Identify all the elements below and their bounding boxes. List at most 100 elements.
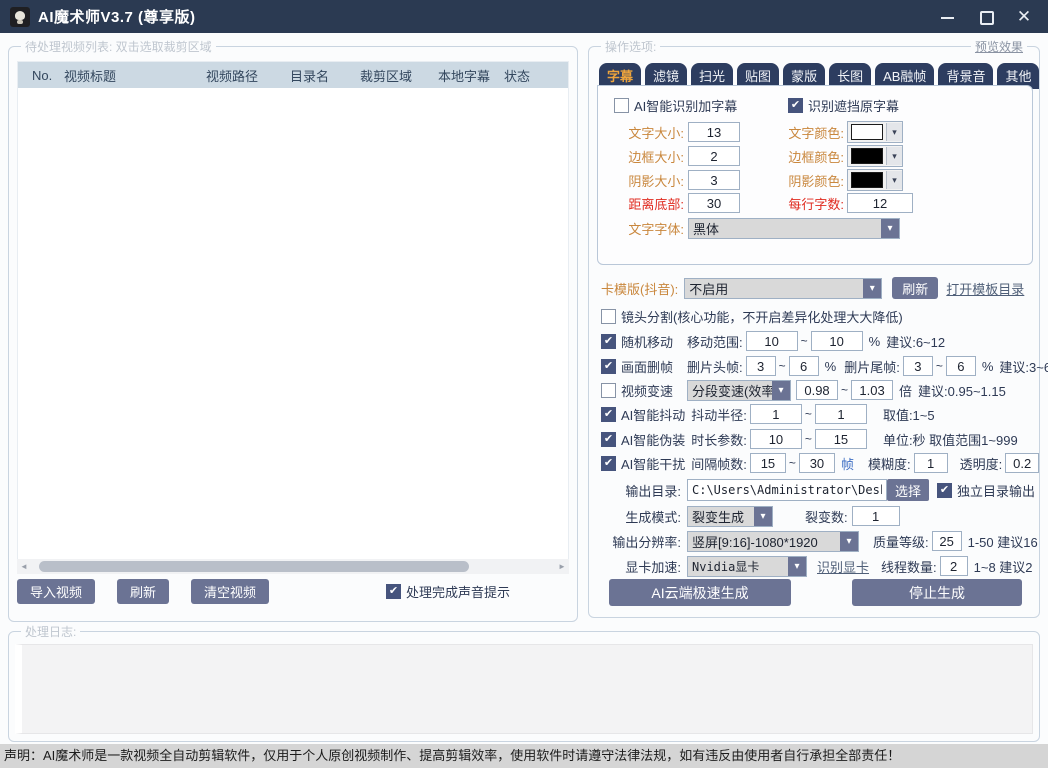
gen-mode-label: 生成模式: (601, 507, 681, 526)
chars-per-line-input[interactable] (847, 193, 913, 213)
border-color-label: 边框颜色: (764, 147, 844, 166)
clear-videos-button[interactable]: 清空视频 (191, 579, 269, 604)
minimize-icon[interactable] (940, 9, 956, 25)
log-panel: 处理日志: (8, 631, 1040, 742)
quality-input[interactable] (932, 531, 962, 551)
detect-gpu-link[interactable]: 识别显卡 (817, 557, 869, 576)
head-frames-min-input[interactable] (746, 356, 776, 376)
jitter-radius-label: 抖动半径: (691, 405, 747, 424)
blur-input[interactable] (914, 453, 948, 473)
cover-subtitle-checkbox[interactable]: ✔ (788, 98, 803, 113)
text-size-input[interactable] (688, 122, 740, 142)
speed-max-input[interactable] (851, 380, 893, 400)
sound-alert-checkbox[interactable]: ✔ (386, 584, 401, 599)
font-select[interactable]: 黑体 ▾ (688, 218, 900, 239)
ai-jitter-checkbox[interactable]: ✔ (601, 407, 616, 422)
bottom-distance-label: 距离底部: (598, 194, 684, 213)
gpu-select[interactable]: Nvidia显卡 ▾ (687, 556, 807, 577)
cloud-generate-button[interactable]: AI云端极速生成 (609, 579, 791, 606)
fission-count-input[interactable] (852, 506, 900, 526)
horizontal-scrollbar[interactable]: ◄ ► (17, 559, 569, 574)
move-range-label: 移动范围: (687, 332, 743, 351)
threads-input[interactable] (940, 556, 968, 576)
text-color-swatch (851, 124, 883, 140)
head-frames-max-input[interactable] (789, 356, 819, 376)
resolution-select[interactable]: 竖屏[9:16]-1080*1920 ▾ (687, 531, 859, 552)
interval-max-input[interactable] (799, 453, 835, 473)
interval-min-input[interactable] (750, 453, 786, 473)
quality-label: 质量等级: (873, 532, 929, 551)
shadow-size-label: 阴影大小: (598, 171, 684, 190)
shadow-size-input[interactable] (688, 170, 740, 190)
speed-min-input[interactable] (796, 380, 838, 400)
output-dir-label: 输出目录: (601, 481, 681, 500)
choose-dir-button[interactable]: 选择 (887, 479, 929, 501)
ai-interfere-checkbox[interactable]: ✔ (601, 456, 616, 471)
chevron-down-icon: ▾ (881, 219, 899, 238)
table-header-cell: 本地字幕 (438, 66, 504, 85)
video-speed-checkbox[interactable] (601, 383, 616, 398)
card-template-select[interactable]: 不启用 ▾ (684, 278, 882, 299)
log-legend: 处理日志: (21, 623, 80, 640)
random-move-checkbox[interactable]: ✔ (601, 334, 616, 349)
shot-split-label: 镜头分割(核心功能，不开启差异化处理大大降低) (621, 307, 903, 326)
jitter-min-input[interactable] (750, 404, 802, 424)
jitter-max-input[interactable] (815, 404, 867, 424)
stop-generate-button[interactable]: 停止生成 (852, 579, 1022, 606)
blur-label: 模糊度: (868, 454, 911, 473)
border-color-select[interactable]: ▾ (847, 145, 903, 167)
close-icon[interactable]: ✕ (1016, 9, 1032, 25)
import-video-button[interactable]: 导入视频 (17, 579, 95, 604)
log-textarea[interactable] (15, 644, 1033, 734)
chevron-down-icon: ▾ (840, 532, 858, 551)
scrollbar-thumb[interactable] (39, 561, 469, 572)
gen-mode-select[interactable]: 裂变生成 ▾ (687, 506, 773, 527)
chevron-down-icon: ▾ (886, 123, 902, 141)
interval-frames-label: 间隔帧数: (691, 454, 747, 473)
tail-frames-label: 删片尾帧: (844, 357, 900, 376)
independent-dir-checkbox[interactable]: ✔ (937, 483, 952, 498)
gpu-accel-label: 显卡加速: (601, 557, 681, 576)
bottom-distance-input[interactable] (688, 193, 740, 213)
output-dir-input[interactable] (687, 479, 887, 501)
duration-max-input[interactable] (815, 429, 867, 449)
shadow-color-select[interactable]: ▾ (847, 169, 903, 191)
opacity-input[interactable] (1005, 453, 1039, 473)
chars-per-line-label: 每行字数: (764, 194, 844, 213)
text-color-select[interactable]: ▾ (847, 121, 903, 143)
speed-unit: 倍 (899, 381, 912, 400)
video-list-legend: 待处理视频列表: 双击选取裁剪区域 (21, 38, 216, 55)
video-table-body[interactable] (18, 88, 568, 558)
disguise-hint: 单位:秒 取值范围1~999 (883, 430, 1018, 449)
tail-frames-min-input[interactable] (903, 356, 933, 376)
head-frames-label: 删片头帧: (687, 357, 743, 376)
text-color-label: 文字颜色: (764, 123, 844, 142)
speed-hint: 建议:0.95~1.15 (918, 381, 1006, 400)
speed-mode-select[interactable]: 分段变速(效率优 ▾ (687, 380, 791, 401)
fission-count-label: 裂变数: (805, 507, 848, 526)
border-size-input[interactable] (688, 146, 740, 166)
chevron-down-icon: ▾ (788, 557, 806, 576)
ai-jitter-label: AI智能抖动 (621, 405, 685, 424)
duration-min-input[interactable] (750, 429, 802, 449)
head-frames-unit: % (825, 359, 837, 374)
scroll-left-icon[interactable]: ◄ (17, 562, 31, 571)
move-range-min-input[interactable] (746, 331, 798, 351)
refresh-list-button[interactable]: 刷新 (117, 579, 169, 604)
table-header-cell: 目录名 (290, 66, 360, 85)
maximize-icon[interactable] (978, 9, 994, 25)
frame-delete-checkbox[interactable]: ✔ (601, 359, 616, 374)
move-range-max-input[interactable] (811, 331, 863, 351)
video-table[interactable]: No.视频标题视频路径目录名裁剪区域本地字幕状态 (17, 61, 569, 574)
ai-subtitle-checkbox[interactable] (614, 98, 629, 113)
shot-split-checkbox[interactable] (601, 309, 616, 324)
options-panel: 操作选项: 预览效果 字幕滤镜扫光贴图蒙版长图AB融帧背景音其他 AI智能识别加… (588, 46, 1040, 618)
resolution-label: 输出分辨率: (601, 532, 681, 551)
template-refresh-button[interactable]: 刷新 (892, 277, 938, 299)
open-template-dir-link[interactable]: 打开模板目录 (946, 279, 1024, 298)
preview-effect-link[interactable]: 预览效果 (971, 38, 1027, 55)
video-speed-label: 视频变速 (621, 381, 673, 400)
scroll-right-icon[interactable]: ► (555, 562, 569, 571)
ai-disguise-checkbox[interactable]: ✔ (601, 432, 616, 447)
tail-frames-max-input[interactable] (946, 356, 976, 376)
